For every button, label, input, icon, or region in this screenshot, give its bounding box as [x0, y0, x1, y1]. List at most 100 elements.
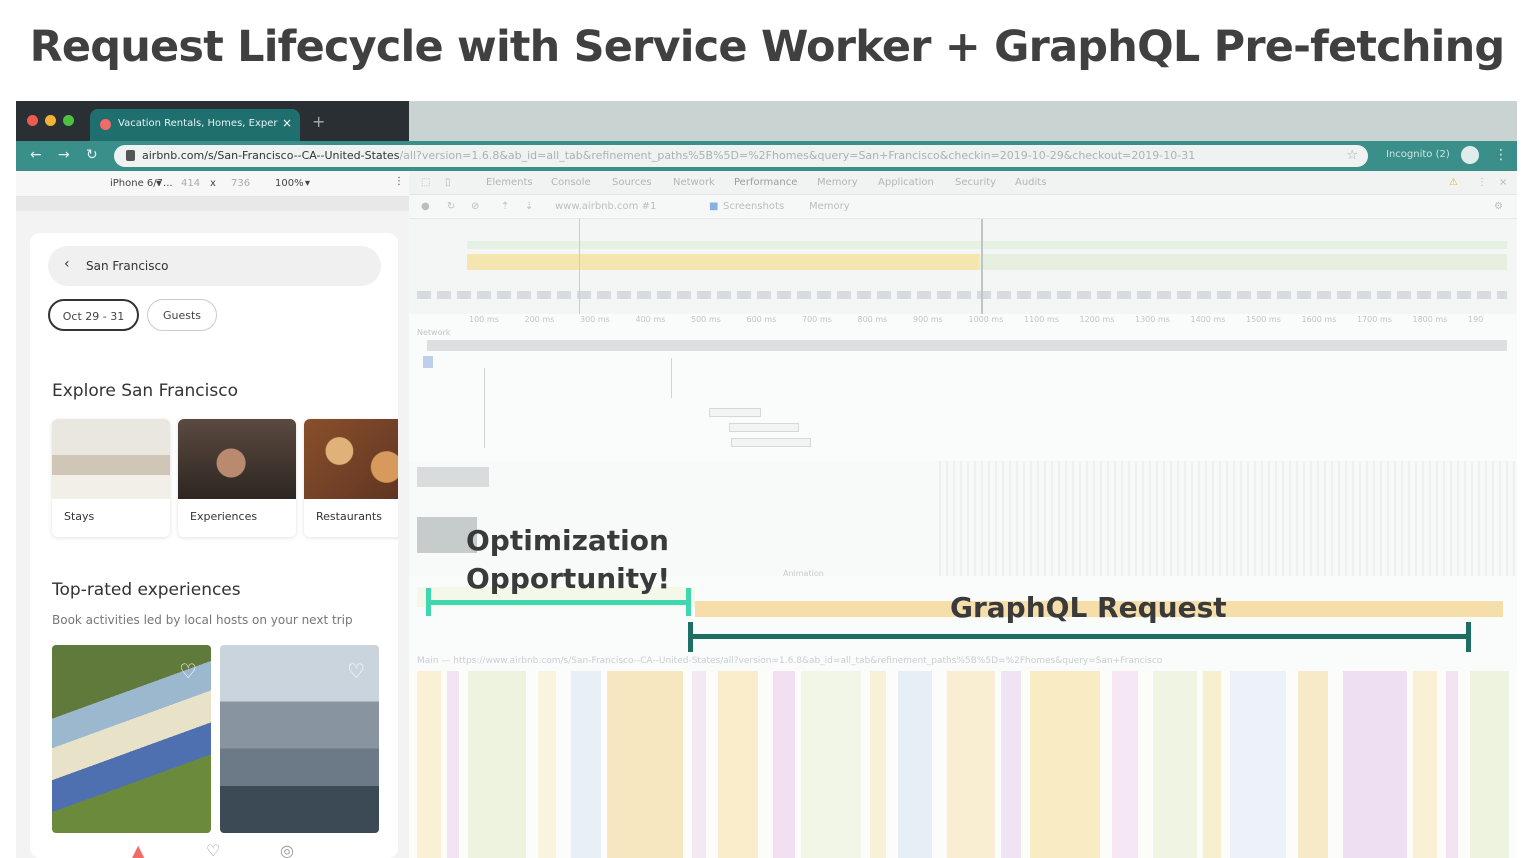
explore-heading: Explore San Francisco [52, 381, 238, 401]
tab-security[interactable]: Security [955, 177, 996, 188]
performance-toolbar: ● ↻ ⊘ ⇡ ⇣ www.airbnb.com #1 ■ Screenshot… [409, 195, 1517, 219]
screenshots-checkbox[interactable]: ■ [709, 201, 718, 212]
main-thread-flame-chart[interactable] [409, 671, 1517, 858]
close-devtools-icon[interactable]: × [1499, 177, 1507, 188]
optimization-bracket-right [686, 588, 691, 616]
flame-task-column [1230, 671, 1286, 858]
guests-filter-chip[interactable]: Guests [147, 299, 217, 331]
selection-handle-right[interactable] [981, 219, 983, 314]
lock-icon [126, 150, 135, 161]
heart-icon[interactable]: ♡ [347, 659, 365, 683]
experience-photo-paddleboard[interactable]: ♡ [220, 645, 379, 833]
airbnb-favicon-icon [100, 119, 111, 130]
optimization-bracket-left [426, 588, 431, 616]
zoom-select[interactable]: 100% [275, 178, 304, 189]
flame-task-column [947, 671, 995, 858]
flame-task-column [1030, 671, 1100, 858]
ruler-tick: 1800 ms [1412, 315, 1448, 324]
tab-console[interactable]: Console [551, 177, 591, 188]
saved-nav-icon[interactable]: ♡ [206, 841, 220, 858]
url-input[interactable]: airbnb.com/s/San-Francisco--CA--United-S… [114, 145, 1368, 167]
timeline-overview[interactable] [409, 219, 1517, 314]
ruler-tick: 300 ms [580, 315, 610, 324]
maximize-window-button[interactable] [63, 115, 74, 126]
screenshots-label: Screenshots [723, 201, 785, 212]
flame-task-column [773, 671, 795, 858]
category-card-experiences[interactable]: Experiences [178, 419, 296, 537]
heart-icon[interactable]: ♡ [179, 659, 197, 683]
search-location: San Francisco [86, 259, 169, 273]
phone-viewport: ‹ San Francisco Oct 29 - 31 Guests Explo… [30, 233, 398, 858]
warning-icon[interactable]: ⚠ [1449, 177, 1458, 188]
ruler-tick: 700 ms [802, 315, 832, 324]
new-tab-icon[interactable]: + [312, 112, 325, 131]
target-select[interactable]: www.airbnb.com #1 [555, 201, 656, 212]
device-toggle-icon[interactable]: ▯ [445, 177, 451, 188]
record-icon[interactable]: ● [421, 201, 430, 212]
network-request[interactable] [731, 438, 811, 447]
network-request-doc[interactable] [423, 356, 433, 368]
slide-title: Request Lifecycle with Service Worker + … [29, 22, 1506, 72]
category-card-stays[interactable]: Stays [52, 419, 170, 537]
tab-sources[interactable]: Sources [612, 177, 652, 188]
tab-application[interactable]: Application [878, 177, 934, 188]
tab-performance[interactable]: Performance [734, 177, 797, 188]
tab-audits[interactable]: Audits [1015, 177, 1046, 188]
ruler-tick: 900 ms [913, 315, 943, 324]
device-width[interactable]: 414 [181, 178, 200, 189]
ruler-tick: 1000 ms [968, 315, 1004, 324]
flame-task-column [1413, 671, 1437, 858]
upload-icon[interactable]: ⇡ [501, 201, 509, 212]
location-search-box[interactable]: ‹ San Francisco [48, 246, 381, 286]
tab-network[interactable]: Network [673, 177, 715, 188]
experiences-subtitle: Book activities led by local hosts on yo… [52, 613, 353, 627]
device-height[interactable]: 736 [231, 178, 250, 189]
stays-image [52, 419, 170, 499]
profile-nav-icon[interactable]: ◎ [280, 841, 294, 858]
flame-task-column [1470, 671, 1509, 858]
settings-gear-icon[interactable]: ⚙ [1494, 201, 1503, 212]
close-tab-icon[interactable]: × [282, 116, 292, 130]
ruler-tick: 600 ms [746, 315, 777, 324]
bookmark-star-icon[interactable]: ☆ [1346, 148, 1358, 163]
ruler-tick: 1600 ms [1301, 315, 1337, 324]
category-card-restaurants[interactable]: Restaurants [304, 419, 398, 537]
reload-profile-icon[interactable]: ↻ [447, 201, 455, 212]
inspect-icon[interactable]: ⬚ [421, 177, 430, 188]
back-arrow-icon[interactable]: ← [30, 147, 42, 163]
category-label: Stays [64, 510, 95, 523]
tab-memory[interactable]: Memory [817, 177, 858, 188]
experience-photo-mosaic-steps[interactable]: ♡ [52, 645, 211, 833]
incognito-avatar-icon[interactable] [1461, 146, 1479, 164]
chevron-left-icon[interactable]: ‹ [64, 256, 70, 272]
download-icon[interactable]: ⇣ [525, 201, 533, 212]
minimize-window-button[interactable] [45, 115, 56, 126]
browser-menu-icon[interactable]: ⋮ [1494, 147, 1508, 163]
device-menu-icon[interactable]: ⋮ [394, 176, 404, 187]
browser-tab[interactable]: Vacation Rentals, Homes, Exper × [90, 109, 300, 141]
ruler-tick: 400 ms [635, 315, 666, 324]
graphql-bracket-right [1466, 622, 1471, 652]
incognito-label: Incognito (2) [1386, 149, 1450, 160]
tab-elements[interactable]: Elements [486, 177, 533, 188]
device-select[interactable]: iPhone 6/7... [110, 178, 173, 189]
selection-handle-left[interactable] [579, 219, 580, 314]
flame-task-column [607, 671, 683, 858]
screenshot-thumbnail[interactable] [417, 467, 489, 487]
ruler-tick: 1700 ms [1357, 315, 1392, 324]
close-window-button[interactable] [27, 115, 38, 126]
devtools-menu-icon[interactable]: ⋮ [1477, 177, 1487, 188]
network-request[interactable] [709, 408, 761, 417]
forward-arrow-icon[interactable]: → [58, 147, 70, 163]
clear-icon[interactable]: ⊘ [471, 201, 479, 212]
flame-task-column [417, 671, 441, 858]
explore-nav-icon[interactable]: ▲ [132, 841, 144, 858]
graphql-request-label: GraphQL Request [950, 591, 1227, 624]
dates-filter-chip[interactable]: Oct 29 - 31 [48, 299, 139, 331]
flame-task-column [571, 671, 601, 858]
network-request-main[interactable] [427, 340, 1507, 351]
flame-task-column [870, 671, 886, 858]
flame-task-column [1112, 671, 1138, 858]
reload-icon[interactable]: ↻ [86, 147, 98, 163]
network-request[interactable] [729, 423, 799, 432]
